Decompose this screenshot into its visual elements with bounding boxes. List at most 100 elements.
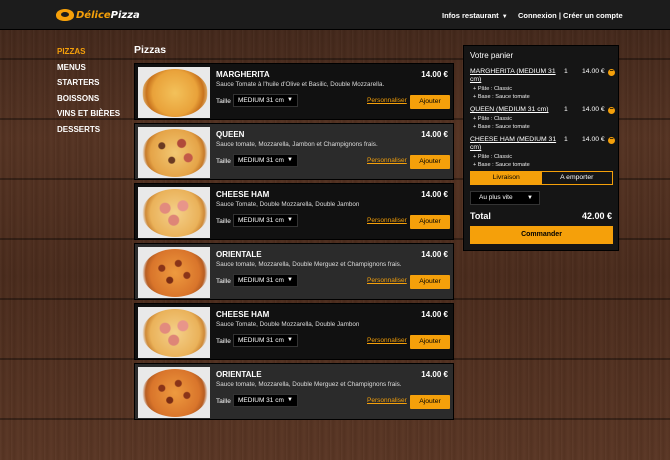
account-links: Connexion | Créer un compte: [518, 11, 623, 20]
time-value: Au plus vite: [479, 194, 513, 201]
cart-item-name[interactable]: QUEEN (MEDIUM 31 cm): [470, 106, 558, 114]
size-label: Taille: [216, 398, 231, 405]
product-price: 14.00 €: [421, 250, 448, 259]
cart-item-price: 14.00 €: [582, 106, 605, 113]
customize-link[interactable]: Personnaliser: [367, 217, 407, 224]
top-bar: DélicePizza Infos restaurant ▼ Connexion …: [0, 0, 670, 30]
product-name: CHEESE HAM: [216, 190, 270, 199]
size-select[interactable]: MEDIUM 31 cm ▼: [233, 154, 298, 167]
product-name: CHEESE HAM: [216, 310, 270, 319]
tab-livraison[interactable]: Livraison: [471, 172, 542, 184]
cart-item: QUEEN (MEDIUM 31 cm) 1 14.00 € − + Pâte …: [470, 106, 615, 131]
product-description: Sauce tomate, Mozzarella, Double Merguez…: [216, 381, 402, 388]
category-vins-bieres[interactable]: VINS ET BIÈRES: [57, 108, 127, 124]
customize-link[interactable]: Personnaliser: [367, 97, 407, 104]
time-select[interactable]: Au plus vite ▼: [470, 191, 540, 205]
chevron-down-icon: ▼: [287, 277, 293, 283]
cart-item: CHEESE HAM (MEDIUM 31 cm) 1 14.00 € − + …: [470, 136, 615, 169]
category-desserts[interactable]: DESSERTS: [57, 124, 127, 140]
size-value: MEDIUM 31 cm: [238, 157, 284, 164]
order-mode-tabs: Livraison A emporter: [470, 171, 613, 185]
size-select[interactable]: MEDIUM 31 cm ▼: [233, 94, 298, 107]
category-pizzas[interactable]: PIZZAS: [57, 46, 127, 62]
product-list: MARGHERITA 14.00 € Sauce Tomate à l'huil…: [134, 63, 454, 423]
cart-item-price: 14.00 €: [582, 136, 605, 143]
chevron-down-icon: ▼: [287, 397, 293, 403]
customize-link[interactable]: Personnaliser: [367, 397, 407, 404]
product-description: Sauce Tomate à l'huile d'Olive et Basili…: [216, 81, 385, 88]
product-card: QUEEN 14.00 € Sauce tomate, Mozzarella, …: [134, 123, 454, 180]
product-price: 14.00 €: [421, 310, 448, 319]
chevron-down-icon: ▼: [287, 97, 293, 103]
add-button[interactable]: Ajouter: [410, 95, 450, 109]
size-select[interactable]: MEDIUM 31 cm ▼: [233, 334, 298, 347]
product-image[interactable]: [138, 247, 210, 298]
remove-icon[interactable]: −: [608, 68, 615, 76]
size-value: MEDIUM 31 cm: [238, 337, 284, 344]
product-description: Sauce tomate, Mozzarella, Jambon et Cham…: [216, 141, 378, 148]
product-card: MARGHERITA 14.00 € Sauce Tomate à l'huil…: [134, 63, 454, 120]
size-select[interactable]: MEDIUM 31 cm ▼: [233, 274, 298, 287]
product-image[interactable]: [138, 127, 210, 178]
remove-icon[interactable]: −: [608, 106, 615, 114]
cart-item-option: + Base : Sauce tomate: [473, 94, 530, 100]
chevron-down-icon: ▼: [287, 337, 293, 343]
category-starters[interactable]: STARTERS: [57, 77, 127, 93]
customize-link[interactable]: Personnaliser: [367, 277, 407, 284]
product-image[interactable]: [138, 367, 210, 418]
size-label: Taille: [216, 338, 231, 345]
size-value: MEDIUM 31 cm: [238, 397, 284, 404]
chevron-down-icon: ▼: [527, 195, 533, 201]
product-price: 14.00 €: [421, 70, 448, 79]
remove-icon[interactable]: −: [608, 136, 615, 144]
size-select[interactable]: MEDIUM 31 cm ▼: [233, 394, 298, 407]
add-button[interactable]: Ajouter: [410, 155, 450, 169]
pizza-logo-icon: [56, 9, 74, 21]
pizza-orientale-image: [142, 369, 208, 417]
size-select[interactable]: MEDIUM 31 cm ▼: [233, 214, 298, 227]
cart-item: MARGHERITA (MEDIUM 31 cm) 1 14.00 € − + …: [470, 68, 615, 101]
size-label: Taille: [216, 158, 231, 165]
customize-link[interactable]: Personnaliser: [367, 337, 407, 344]
product-price: 14.00 €: [421, 130, 448, 139]
logo-text: DélicePizza: [76, 9, 140, 21]
logo[interactable]: DélicePizza: [56, 7, 140, 23]
tab-a-emporter[interactable]: A emporter: [542, 172, 613, 184]
total-label: Total: [470, 211, 491, 221]
product-name: QUEEN: [216, 130, 245, 139]
product-name: ORIENTALE: [216, 250, 262, 259]
signup-link[interactable]: Créer un compte: [563, 11, 623, 20]
customize-link[interactable]: Personnaliser: [367, 157, 407, 164]
category-boissons[interactable]: BOISSONS: [57, 93, 127, 109]
cart-item-price: 14.00 €: [582, 68, 605, 75]
product-image[interactable]: [138, 307, 210, 358]
nav-infos-restaurant[interactable]: Infos restaurant ▼: [442, 11, 508, 20]
cart-item-option: + Base : Sauce tomate: [473, 124, 530, 130]
category-menus[interactable]: MENUS: [57, 62, 127, 78]
total-value: 42.00 €: [581, 211, 612, 221]
cart-item-option: + Pâte : Classic: [473, 154, 513, 160]
chevron-down-icon: ▼: [287, 217, 293, 223]
order-button[interactable]: Commander: [470, 226, 613, 244]
pizza-orientale-image: [142, 249, 208, 297]
size-label: Taille: [216, 278, 231, 285]
cart-item-qty: 1: [564, 106, 568, 113]
product-image[interactable]: [138, 67, 210, 118]
size-label: Taille: [216, 98, 231, 105]
pizza-cheese-ham-image: [142, 189, 208, 237]
add-button[interactable]: Ajouter: [410, 335, 450, 349]
cart-item-name[interactable]: MARGHERITA (MEDIUM 31 cm): [470, 68, 558, 84]
size-value: MEDIUM 31 cm: [238, 217, 284, 224]
page-title: Pizzas: [134, 44, 167, 56]
pizza-cheese-ham-image: [142, 309, 208, 357]
cart-item-name[interactable]: CHEESE HAM (MEDIUM 31 cm): [470, 136, 558, 152]
cart-item-qty: 1: [564, 68, 568, 75]
add-button[interactable]: Ajouter: [410, 215, 450, 229]
size-value: MEDIUM 31 cm: [238, 277, 284, 284]
login-link[interactable]: Connexion: [518, 11, 557, 20]
product-image[interactable]: [138, 187, 210, 238]
category-sidebar: PIZZAS MENUS STARTERS BOISSONS VINS ET B…: [57, 46, 127, 139]
cart-item-qty: 1: [564, 136, 568, 143]
add-button[interactable]: Ajouter: [410, 275, 450, 289]
add-button[interactable]: Ajouter: [410, 395, 450, 409]
